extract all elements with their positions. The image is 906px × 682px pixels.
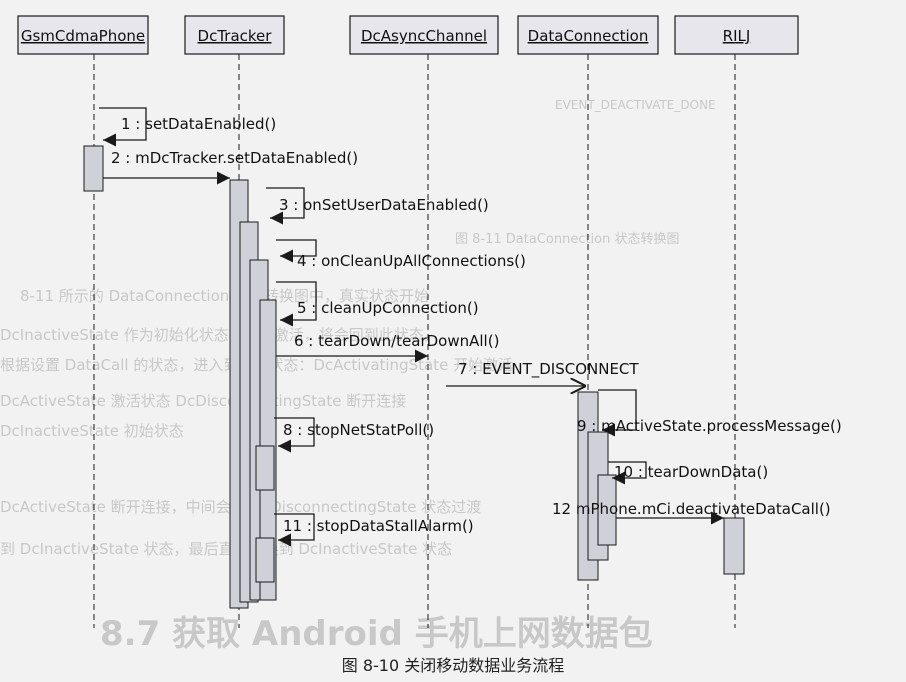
message-7: 7 : EVENT_DISCONNECT (446, 360, 639, 386)
message-label: 11 : stopDataStallAlarm() (283, 517, 474, 535)
message-label: 4 : onCleanUpAllConnections() (297, 252, 526, 270)
lifeline-label: GsmCdmaPhone (21, 27, 145, 45)
message-5: 5 : cleanUpConnection() (276, 281, 479, 327)
activation-bar (255, 445, 275, 491)
message-label: 10 : tearDownData() (614, 463, 768, 481)
message-8: 8 : stopNetStatPoll() (274, 417, 434, 453)
message-label: 5 : cleanUpConnection() (297, 299, 479, 317)
message-label: 7 : EVENT_DISCONNECT (458, 360, 639, 379)
message-4: 4 : onCleanUpAllConnections() (276, 239, 526, 270)
lifeline-label: DcTracker (198, 27, 273, 45)
lifeline-label: DcAsyncChannel (361, 27, 487, 45)
message-label: 3 : onSetUserDataEnabled() (279, 196, 489, 214)
message-9: 9 : mActiveState.processMessage() (577, 389, 842, 437)
message-11: 11 : stopDataStallAlarm() (274, 513, 474, 547)
message-label: 9 : mActiveState.processMessage() (577, 417, 842, 435)
sequence-diagram: GsmCdmaPhone DcTracker DcAsyncChannel DataC… (17, 15, 842, 628)
activation-bar (255, 537, 275, 583)
figure-caption: 图 8-10 关闭移动数据业务流程 (341, 656, 565, 675)
message-label: 6 : tearDown/tearDownAll() (294, 332, 499, 350)
lifeline-label: DataConnection (528, 27, 649, 45)
message-label: 12 mPhone.mCi.deactivateDataCall() (552, 500, 831, 518)
message-3: 3 : onSetUserDataEnabled() (266, 187, 489, 225)
lifeline-label: RILJ (723, 27, 751, 45)
activation-bar (723, 517, 745, 575)
message-label: 1 : setDataEnabled() (121, 115, 276, 133)
message-6: 6 : tearDown/tearDownAll() (276, 332, 499, 363)
activation-bar (83, 145, 104, 192)
message-2: 2 : mDcTracker.setDataEnabled() (103, 149, 358, 185)
message-12: 12 mPhone.mCi.deactivateDataCall() (552, 500, 831, 525)
message-label: 2 : mDcTracker.setDataEnabled() (111, 149, 358, 167)
message-label: 8 : stopNetStatPoll() (283, 421, 434, 439)
message-1: 1 : setDataEnabled() (99, 107, 276, 147)
message-10: 10 : tearDownData() (608, 461, 768, 485)
